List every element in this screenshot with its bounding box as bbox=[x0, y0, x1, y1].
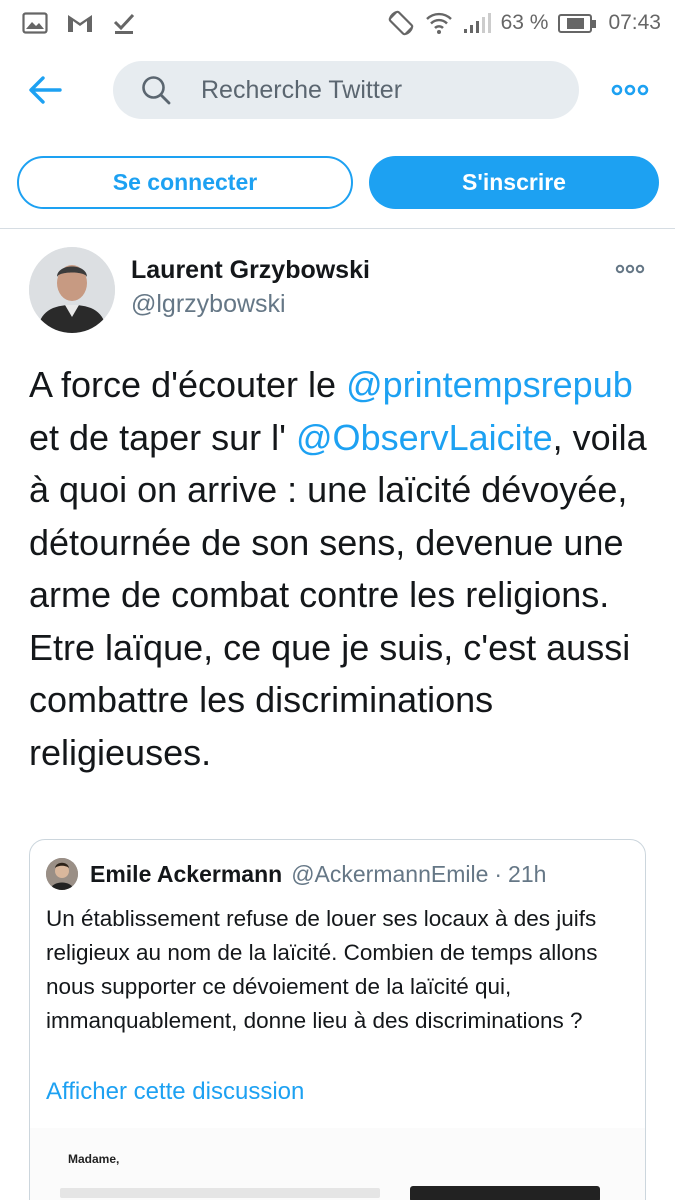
status-bar-right: 63 % 07:43 bbox=[387, 9, 661, 37]
avatar-photo bbox=[46, 858, 78, 890]
separator-dot: · bbox=[494, 860, 503, 887]
more-dots-icon bbox=[615, 264, 645, 274]
tweet-text-part: et de taper sur l' bbox=[29, 416, 297, 458]
signal-icon bbox=[463, 12, 491, 34]
back-button[interactable] bbox=[26, 72, 64, 108]
status-bar: 63 % 07:43 bbox=[0, 0, 675, 46]
search-icon bbox=[141, 73, 175, 107]
mention-link[interactable]: @ObservLaicite bbox=[296, 417, 553, 458]
author-name[interactable]: Laurent Grzybowski bbox=[131, 256, 370, 285]
quoted-tweet-header: Emile Ackermann @AckermannEmile · 21h bbox=[46, 858, 546, 890]
attached-image-dark-block bbox=[410, 1186, 600, 1200]
signup-button[interactable]: S'inscrire bbox=[369, 156, 659, 209]
search-placeholder: Recherche Twitter bbox=[201, 75, 403, 104]
tweet-text-part: A force d'écouter le bbox=[29, 364, 347, 405]
wifi-icon bbox=[425, 11, 453, 35]
tweet-more-button[interactable] bbox=[613, 262, 647, 276]
author-avatar[interactable] bbox=[29, 247, 115, 333]
quoted-author-handle: @AckermannEmile bbox=[291, 860, 489, 887]
quoted-time: 21h bbox=[508, 860, 547, 887]
clock: 07:43 bbox=[608, 11, 661, 34]
more-dots-icon bbox=[611, 84, 649, 96]
avatar-photo bbox=[29, 247, 115, 333]
gmail-icon bbox=[66, 12, 94, 34]
attached-image-text: Madame, bbox=[68, 1152, 120, 1166]
top-bar: Recherche Twitter bbox=[0, 58, 675, 122]
show-thread-link[interactable]: Afficher cette discussion bbox=[46, 1078, 304, 1106]
quoted-author-name: Emile Ackermann bbox=[90, 860, 283, 887]
author-handle[interactable]: @lgrzybowski bbox=[131, 290, 286, 319]
gallery-icon bbox=[22, 12, 48, 34]
more-options-button[interactable] bbox=[608, 78, 652, 102]
battery-fill bbox=[567, 17, 584, 29]
quoted-author-avatar bbox=[46, 858, 78, 890]
attached-image-line bbox=[60, 1188, 380, 1198]
status-bar-left bbox=[22, 11, 136, 35]
tweet-text-part: , voila à quoi on arrive : une laïcité d… bbox=[29, 416, 647, 773]
back-arrow-icon bbox=[29, 76, 62, 104]
battery-percent: 63 % bbox=[500, 11, 549, 34]
rotate-icon bbox=[387, 9, 415, 37]
login-button[interactable]: Se connecter bbox=[17, 156, 353, 209]
download-done-icon bbox=[112, 11, 136, 35]
quoted-tweet-text: Un établissement refuse de louer ses loc… bbox=[46, 906, 598, 1033]
mention-link[interactable]: @printempsrepub bbox=[346, 364, 633, 405]
quoted-tweet-card[interactable]: Emile Ackermann @AckermannEmile · 21h Un… bbox=[29, 839, 646, 1200]
battery-icon bbox=[558, 13, 597, 33]
tweet-text: A force d'écouter le @printempsrepub et … bbox=[29, 359, 659, 779]
header-divider bbox=[0, 228, 675, 229]
twitter-mobile-page: 63 % 07:43 Recherche Twitter Se connecte… bbox=[0, 0, 675, 1200]
search-input[interactable]: Recherche Twitter bbox=[113, 61, 579, 119]
